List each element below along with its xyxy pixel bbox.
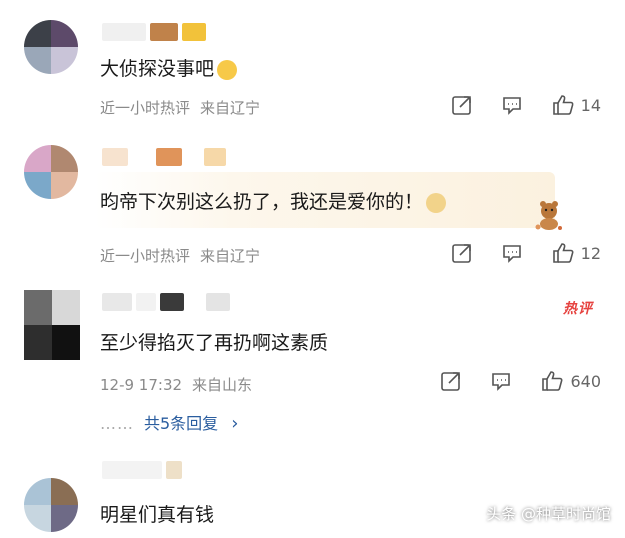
watermark: 头条 @种草时尚馆 bbox=[486, 505, 611, 523]
thumbs-up-icon bbox=[542, 371, 563, 391]
comment-actions: 640 bbox=[412, 370, 601, 392]
thumbs-up-icon bbox=[552, 95, 574, 115]
reply-count-label: 共5条回复 bbox=[144, 414, 219, 433]
avatar[interactable] bbox=[24, 20, 78, 74]
bear-sticker-icon bbox=[535, 201, 562, 230]
thumbs-up-icon bbox=[552, 243, 574, 263]
comment-meta: 近一小时热评 来自辽宁 bbox=[100, 99, 261, 117]
emoji-icon bbox=[217, 59, 238, 80]
comment-meta: 近一小时热评 来自辽宁 bbox=[100, 247, 261, 265]
doge-emoji-icon bbox=[426, 192, 447, 213]
username[interactable] bbox=[102, 147, 226, 167]
share-icon bbox=[451, 96, 471, 115]
share-button[interactable] bbox=[440, 370, 462, 392]
hot-comment-badge: 热评 bbox=[563, 301, 593, 317]
reply-button[interactable] bbox=[490, 370, 512, 392]
comment-text: 至少得掐灭了再扔啊这素质 bbox=[100, 332, 329, 354]
like-button[interactable]: 14 bbox=[551, 94, 601, 116]
like-count: 640 bbox=[570, 371, 601, 391]
comment-icon bbox=[492, 373, 511, 391]
comment-icon bbox=[502, 245, 521, 263]
share-button[interactable] bbox=[451, 94, 473, 116]
reply-button[interactable] bbox=[501, 242, 523, 264]
avatar[interactable] bbox=[24, 145, 78, 199]
avatar[interactable] bbox=[24, 478, 78, 532]
reply-dots: …… bbox=[100, 414, 134, 433]
username[interactable] bbox=[102, 460, 182, 480]
like-button[interactable]: 12 bbox=[551, 242, 601, 264]
reply-button[interactable] bbox=[501, 94, 523, 116]
comment-text: 明星们真有钱 bbox=[100, 504, 215, 526]
username[interactable] bbox=[102, 292, 230, 312]
share-button[interactable] bbox=[451, 242, 473, 264]
comment-meta: 12-9 17:32 来自山东 bbox=[100, 376, 253, 394]
comment-icon bbox=[502, 97, 521, 115]
username[interactable] bbox=[102, 22, 206, 42]
comment-actions: 12 bbox=[423, 242, 601, 264]
comment-text: 大侦探没事吧 bbox=[100, 54, 238, 81]
view-replies-link[interactable]: …… 共5条回复 › bbox=[100, 410, 238, 434]
share-icon bbox=[441, 372, 461, 391]
like-button[interactable]: 640 bbox=[540, 370, 601, 392]
comment-text: 昀帝下次别这么扔了，我还是爱你的！ bbox=[100, 187, 447, 214]
chevron-right-icon: › bbox=[231, 413, 239, 434]
comment-actions: 14 bbox=[423, 94, 601, 116]
like-count: 14 bbox=[580, 95, 601, 115]
share-icon bbox=[451, 244, 471, 263]
like-count: 12 bbox=[580, 243, 601, 263]
avatar[interactable] bbox=[24, 290, 80, 360]
